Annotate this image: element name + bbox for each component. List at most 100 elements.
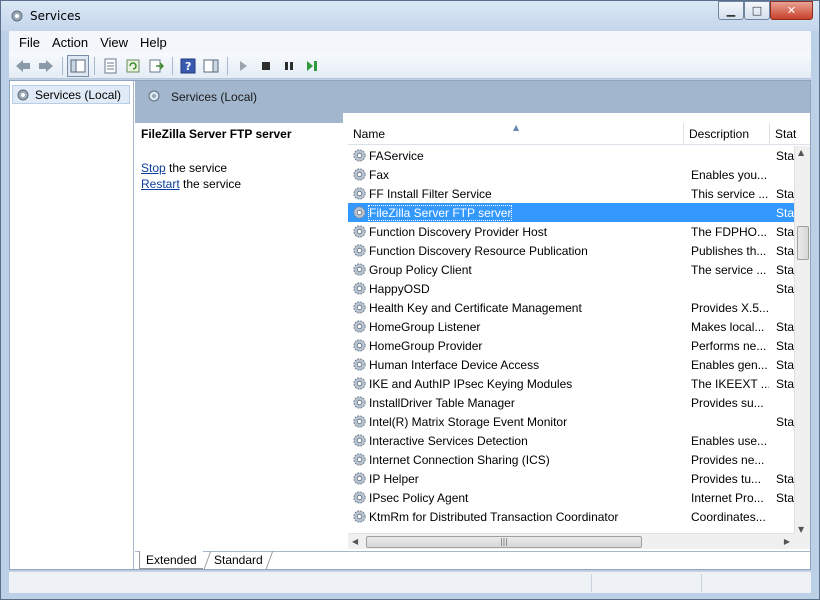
service-row[interactable]: Health Key and Certificate Management Pro… [348,298,794,317]
refresh-button[interactable] [122,55,144,77]
service-gear-icon [353,187,366,200]
restart-suffix: the service [179,177,242,191]
refresh-icon [126,59,140,72]
service-gear-icon [353,434,366,447]
window-title: Services [30,9,81,23]
service-description: Provides X.5... [691,301,769,315]
menu-action[interactable]: Action [46,35,94,50]
export-list-button[interactable] [145,55,167,77]
service-status: Star [776,244,794,258]
export-icon [149,59,164,72]
service-row[interactable]: Function Discovery Resource Publication P… [348,241,794,260]
service-gear-icon [353,415,366,428]
toolbar: ? [9,53,811,79]
service-description: Internet Pro... [691,491,764,505]
service-row[interactable]: Human Interface Device Access Enables gen… [348,355,794,374]
tree-item-services-local[interactable]: Services (Local) [12,85,130,104]
service-rows: FAService Star Fax Enables you... FF Install… [348,146,794,526]
service-status: Star [776,282,794,296]
service-row[interactable]: IKE and AuthIP IPsec Keying Modules The I… [348,374,794,393]
scroll-left-icon[interactable]: ◀ [352,537,358,546]
service-row[interactable]: Interactive Services Detection Enables us… [348,431,794,450]
show-hide-console-tree-button[interactable] [67,54,89,77]
restart-icon [307,60,317,71]
svg-text:?: ? [185,60,191,73]
horizontal-scrollbar[interactable]: ◀ ||| ▶ [348,533,794,549]
service-description: The service ... [691,263,767,277]
properties-button[interactable] [99,55,121,77]
service-row[interactable]: Intel(R) Matrix Storage Event Monitor Sta… [348,412,794,431]
back-button[interactable] [12,55,34,77]
restart-service-button[interactable] [301,55,323,77]
tab-standard[interactable]: Standard [203,551,273,569]
status-segment [701,574,702,592]
help-button[interactable]: ? [177,55,199,77]
show-hide-action-pane-button[interactable] [200,55,222,77]
service-row[interactable]: Internet Connection Sharing (ICS) Provide… [348,450,794,469]
service-row[interactable]: IP Helper Provides tu... Star [348,469,794,488]
service-status: Star [776,377,794,391]
pause-icon [285,61,293,70]
horizontal-scroll-thumb[interactable]: ||| [366,536,642,548]
service-row[interactable]: FileZilla Server FTP server Star [348,203,794,222]
service-gear-icon [353,244,366,257]
scroll-up-icon[interactable]: ▲ [798,148,804,157]
help-icon: ? [180,58,196,73]
maximize-button[interactable]: □ [744,1,770,20]
service-name: FF Install Filter Service [369,187,492,201]
stop-icon [262,61,270,70]
forward-arrow-icon [39,59,53,72]
service-description: Provides tu... [691,472,762,486]
service-row[interactable]: HomeGroup Listener Makes local... Star [348,317,794,336]
service-status: Star [776,415,794,429]
service-description: Provides ne... [691,453,765,467]
play-icon [240,60,247,71]
service-row[interactable]: FF Install Filter Service This service ..… [348,184,794,203]
service-row[interactable]: Group Policy Client The service ... Star [348,260,794,279]
service-status: Star [776,320,794,334]
service-row[interactable]: KtmRm for Distributed Transaction Coordi… [348,507,794,526]
service-row[interactable]: FAService Star [348,146,794,165]
results-pane: Services (Local) FileZilla Server FTP se… [135,81,810,569]
menu-view[interactable]: View [94,35,134,50]
service-name: FAService [369,149,424,163]
service-row[interactable]: IPsec Policy Agent Internet Pro... Star [348,488,794,507]
stop-service-link[interactable]: Stop [141,161,166,175]
forward-button[interactable] [35,55,57,77]
service-description: The FDPHO... [691,225,768,239]
menu-help[interactable]: Help [134,35,173,50]
toolbar-separator [227,56,228,75]
vertical-scroll-thumb[interactable] [797,226,809,260]
service-description: Enables use... [691,434,768,448]
minimize-button[interactable]: ▁ [718,1,744,20]
tab-extended[interactable]: Extended [139,551,203,569]
service-row[interactable]: InstallDriver Table Manager Provides su..… [348,393,794,412]
service-name: HappyOSD [369,282,430,296]
service-name: Health Key and Certificate Management [369,301,582,315]
close-button[interactable]: ✕ [770,1,813,20]
title-bar[interactable]: Services ▁ □ ✕ [1,1,819,31]
column-header-status[interactable]: Stat [770,123,810,145]
service-row[interactable]: Fax Enables you... [348,165,794,184]
service-status: Star [776,472,794,486]
maximize-icon: □ [751,4,763,17]
menu-file[interactable]: File [13,35,46,50]
service-row[interactable]: HomeGroup Provider Performs ne... Star [348,336,794,355]
extended-description: FileZilla Server FTP server Stop the ser… [141,127,341,191]
action-pane-icon [203,59,219,72]
service-gear-icon [353,301,366,314]
service-row[interactable]: HappyOSD Star [348,279,794,298]
stop-service-button[interactable] [255,55,277,77]
pause-service-button[interactable] [278,55,300,77]
service-status: Star [776,339,794,353]
toolbar-separator [62,56,63,75]
service-row[interactable]: Function Discovery Provider Host The FDPH… [348,222,794,241]
vertical-scrollbar[interactable]: ▲ ▼ [794,146,810,536]
start-service-button[interactable] [232,55,254,77]
minimize-icon: ▁ [726,4,736,17]
scroll-right-icon[interactable]: ▶ [784,537,790,546]
console-tree-icon [70,59,86,72]
column-header-description[interactable]: Description [684,123,770,145]
restart-service-link[interactable]: Restart [141,177,180,191]
service-name: Group Policy Client [369,263,472,277]
